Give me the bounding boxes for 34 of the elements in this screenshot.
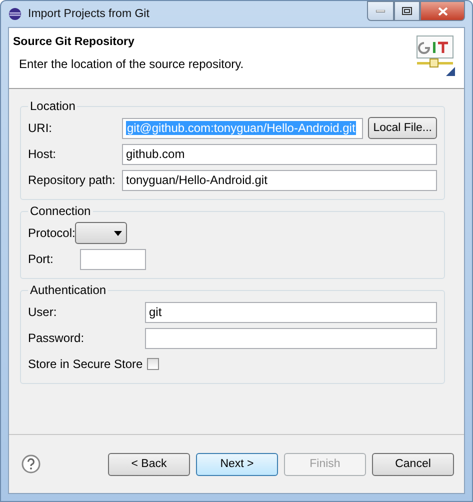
close-icon (438, 6, 448, 16)
group-title: Authentication (28, 283, 108, 297)
text-field[interactable]: github.com (122, 144, 437, 164)
dialog-button[interactable]: Next > (196, 452, 278, 476)
port-field[interactable] (80, 248, 146, 270)
dialog-button[interactable]: Cancel (372, 452, 454, 476)
maximize-button[interactable] (394, 1, 420, 21)
checkbox[interactable] (146, 358, 159, 370)
field-label: URI: (28, 121, 53, 135)
minimize-icon (376, 10, 385, 12)
dialog-button[interactable]: < Back (108, 452, 190, 476)
field-label: Port: (28, 252, 54, 266)
checkbox-label: Store in Secure Store (28, 357, 143, 371)
restore-icon (402, 7, 412, 15)
protocol-dropdown[interactable] (75, 222, 128, 244)
help-icon[interactable] (21, 454, 41, 474)
page-title: Source Git Repository (13, 36, 136, 48)
text-field[interactable]: git (145, 302, 437, 322)
page-description: Enter the location of the source repository. (19, 57, 245, 71)
field-label: Password: (28, 331, 86, 345)
field-label: Repository path: (28, 173, 116, 187)
close-button[interactable] (420, 1, 465, 21)
window-title: Import Projects from Git (28, 8, 150, 20)
text-field[interactable]: tonyguan/Hello-Android.git (122, 170, 437, 190)
group-title: Connection (28, 204, 93, 218)
text-field[interactable] (145, 328, 437, 348)
field-label: User: (28, 305, 58, 319)
local-file-button[interactable]: Local File... (368, 117, 437, 139)
group-title: Location (28, 99, 78, 113)
field-label: Host: (28, 147, 58, 161)
dropdown-arrow-icon (114, 230, 122, 236)
app-icon (8, 7, 22, 21)
field-label: Protocol: (28, 226, 76, 240)
git-logo-icon (416, 35, 456, 77)
